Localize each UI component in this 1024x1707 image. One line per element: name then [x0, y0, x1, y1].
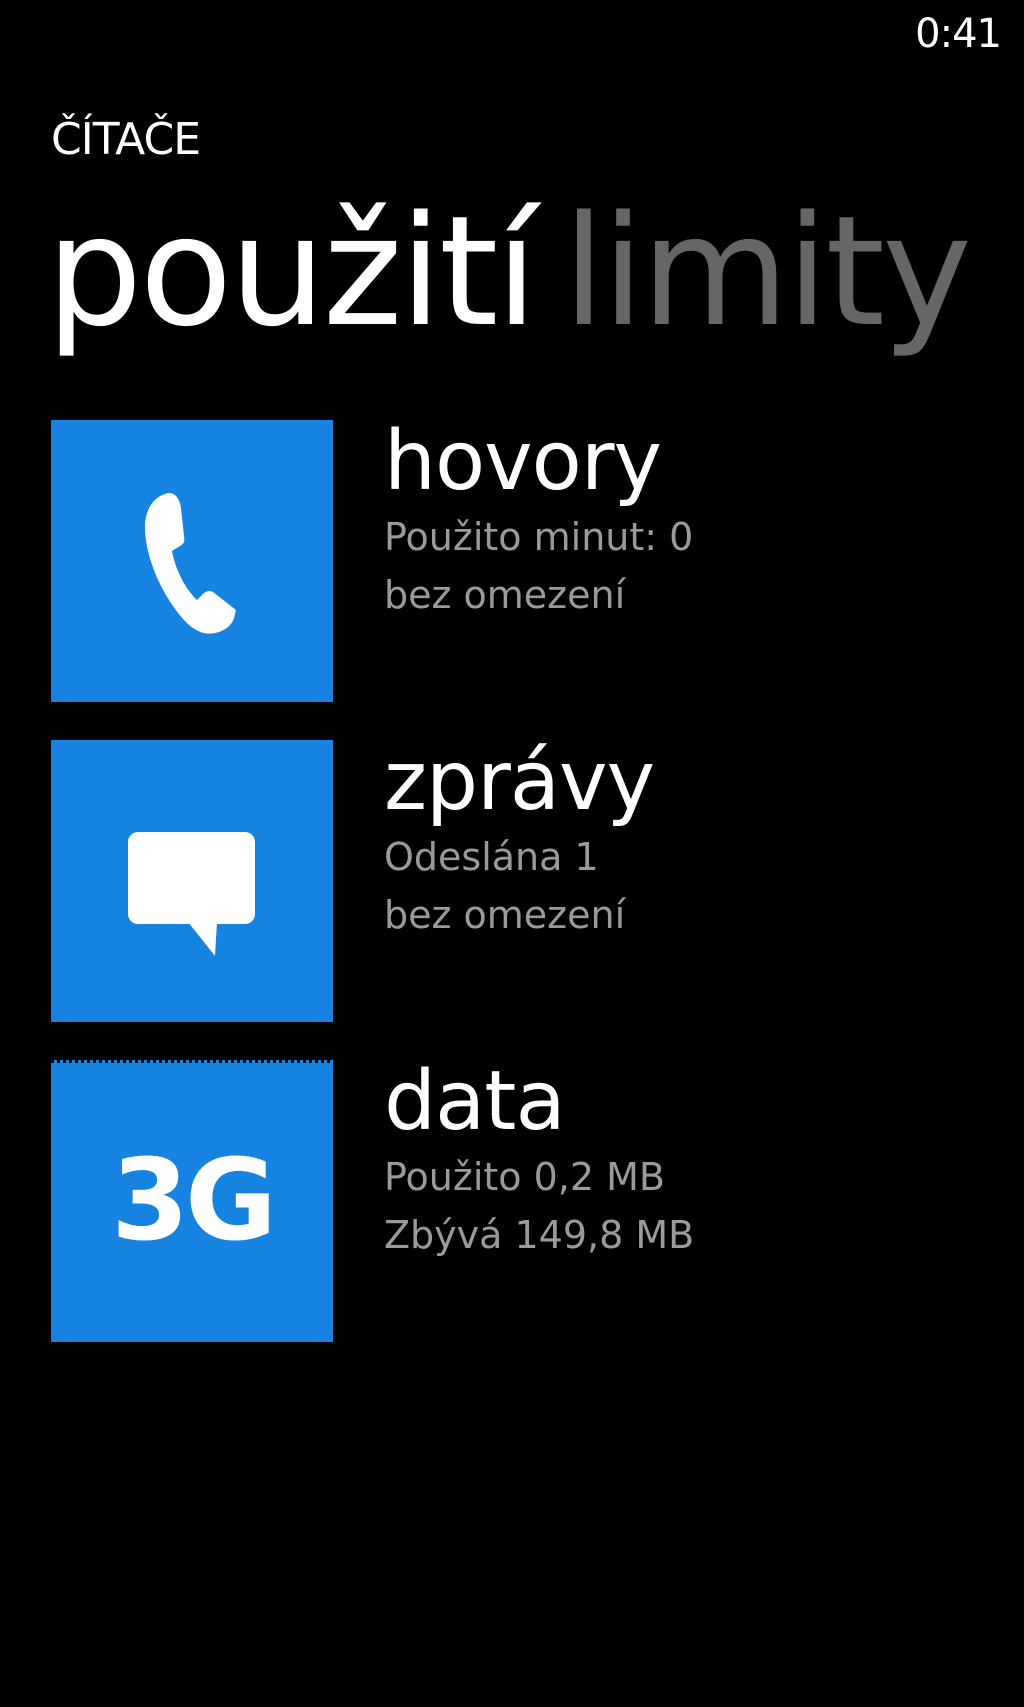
pivot-tab-limits[interactable]: limity: [563, 182, 972, 362]
calls-info: hovory Použito minut: 0 bez omezení: [384, 416, 693, 624]
status-time: 0:41: [915, 11, 1002, 57]
list-item-messages[interactable]: zprávy Odeslána 1 bez omezení: [51, 736, 991, 1022]
3g-icon: 3G: [51, 1060, 333, 1342]
calls-tile[interactable]: [51, 420, 333, 702]
messages-info: zprávy Odeslána 1 bez omezení: [384, 734, 655, 944]
data-tile[interactable]: 3G: [51, 1060, 333, 1342]
calls-usage: Použito minut: 0: [384, 515, 694, 559]
messages-tile[interactable]: [51, 740, 333, 1022]
data-remaining: Zbývá 149,8 MB: [384, 1213, 695, 1257]
messages-sent: Odeslána 1: [384, 835, 599, 879]
messages-limit: bez omezení: [384, 893, 626, 937]
message-icon: [51, 740, 333, 1022]
pivot-tab-usage[interactable]: použití: [46, 182, 538, 362]
data-title: data: [384, 1054, 566, 1149]
phone-icon: [51, 420, 333, 702]
calls-limit: bez omezení: [384, 573, 626, 617]
list-item-data[interactable]: 3G data Použito 0,2 MB Zbývá 149,8 MB: [51, 1056, 991, 1342]
3g-label: 3G: [111, 1136, 277, 1266]
pivot-header: použití limity: [46, 182, 972, 362]
list-item-calls[interactable]: hovory Použito minut: 0 bez omezení: [51, 416, 991, 702]
data-used: Použito 0,2 MB: [384, 1155, 665, 1199]
app-title: ČÍTAČE: [51, 114, 201, 165]
calls-title: hovory: [384, 414, 662, 509]
messages-title: zprávy: [384, 734, 655, 829]
data-info: data Použito 0,2 MB Zbývá 149,8 MB: [384, 1056, 694, 1264]
